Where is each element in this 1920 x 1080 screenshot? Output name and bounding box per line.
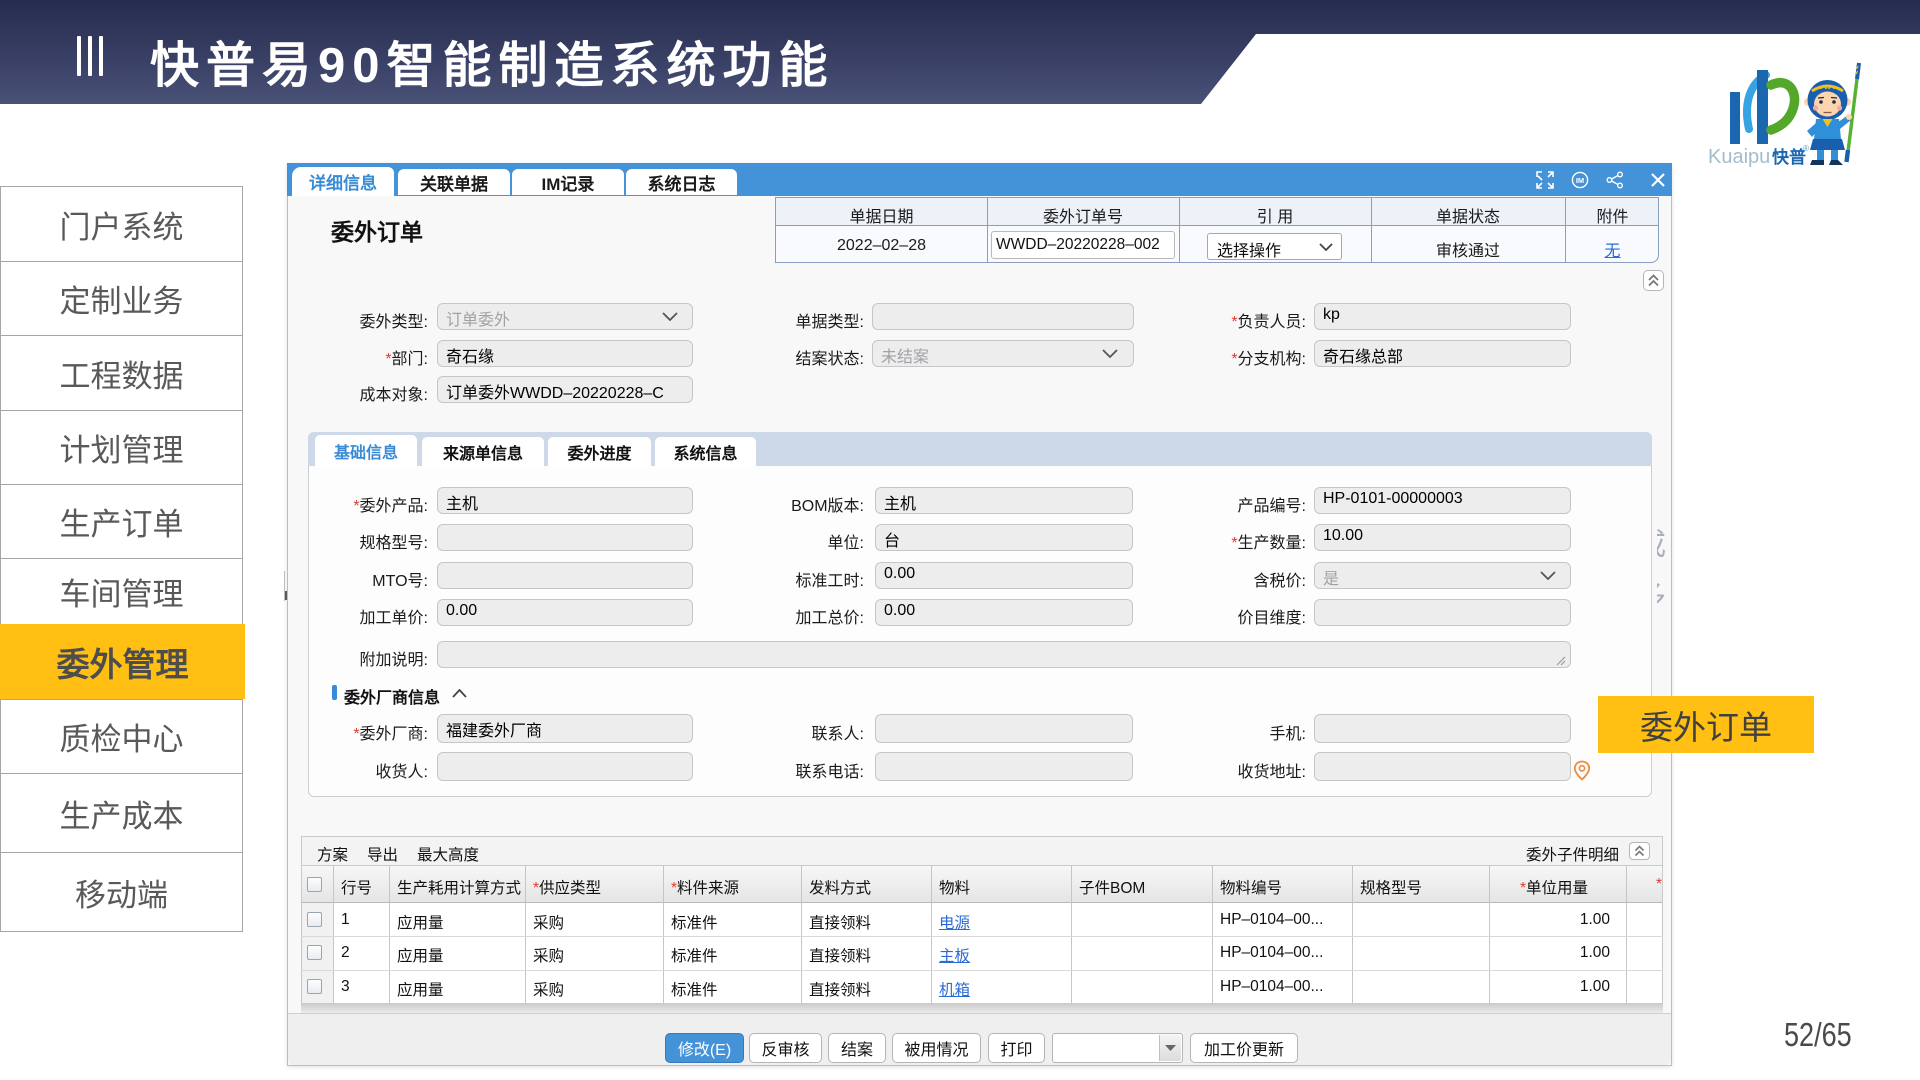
svg-text:IM: IM xyxy=(1576,176,1584,185)
svg-text:®: ® xyxy=(1803,144,1809,153)
svg-text:Kuaipu: Kuaipu xyxy=(1708,146,1770,168)
svg-text:快普: 快普 xyxy=(1772,147,1806,167)
